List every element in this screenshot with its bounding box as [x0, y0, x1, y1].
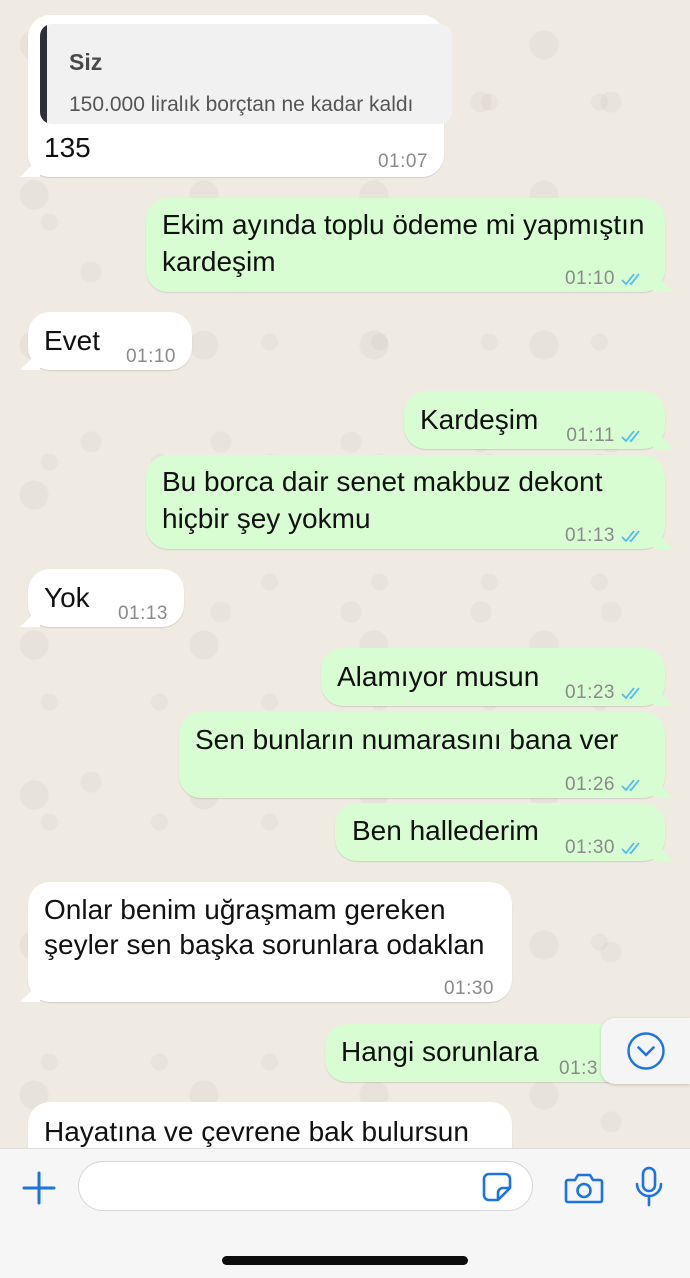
- message-time: 01:26: [564, 774, 615, 795]
- read-ticks-icon: [621, 686, 640, 699]
- message-text: 135: [44, 132, 91, 163]
- message-text: Hayatına ve çevrene bak bulursun: [44, 1116, 469, 1147]
- message-input[interactable]: [78, 1161, 533, 1211]
- read-ticks-icon: [621, 529, 640, 542]
- message-time: 01:10: [564, 268, 615, 289]
- message-meta: 01:3: [559, 1050, 598, 1087]
- message-time: 01:23: [564, 682, 615, 703]
- sticker-icon: [482, 1172, 512, 1202]
- message-incoming[interactable]: Siz 150.000 liralık borçtan ne kadar kal…: [28, 15, 452, 180]
- quote-accent-bar: [40, 24, 47, 124]
- attach-button[interactable]: [18, 1167, 60, 1209]
- message-meta: 01:11: [566, 417, 647, 454]
- message-text: Sen bunların numarasını bana ver: [195, 724, 619, 755]
- message-meta: 01:26: [565, 766, 647, 803]
- message-meta: 01:07: [378, 143, 428, 180]
- read-ticks-icon: [621, 272, 640, 285]
- microphone-button[interactable]: [628, 1163, 670, 1211]
- message-time: 01:13: [564, 525, 615, 546]
- message-outgoing[interactable]: Kardeşim 01:11: [404, 391, 665, 449]
- microphone-icon: [635, 1166, 663, 1207]
- read-ticks-icon: [621, 841, 640, 854]
- read-ticks-icon: [621, 778, 640, 791]
- message-time: 01:11: [566, 425, 615, 446]
- message-meta: 01:13: [118, 595, 168, 632]
- message-meta: 01:30: [565, 829, 647, 866]
- message-meta: 01:10: [126, 338, 176, 375]
- plus-icon: [22, 1171, 56, 1205]
- message-meta: 01:10: [565, 260, 647, 297]
- message-text: Hangi sorunlara: [341, 1036, 539, 1067]
- camera-button[interactable]: [561, 1165, 607, 1211]
- read-ticks-icon: [621, 429, 640, 442]
- quoted-message[interactable]: Siz 150.000 liralık borçtan ne kadar kal…: [40, 24, 452, 124]
- message-meta: 01:23: [565, 674, 647, 711]
- chat-area[interactable]: Siz 150.000 liralık borçtan ne kadar kal…: [0, 0, 690, 1148]
- message-text: Yok: [44, 582, 90, 613]
- message-outgoing[interactable]: Bu borca dair senet makbuz dekont hiçbir…: [146, 455, 665, 549]
- message-time: 01:30: [564, 837, 615, 858]
- quoted-text: 150.000 liralık borçtan ne kadar kaldı: [69, 93, 414, 116]
- message-incoming[interactable]: Evet 01:10: [28, 312, 192, 370]
- message-time: 01:3: [559, 1058, 598, 1079]
- scroll-to-bottom-button[interactable]: [601, 1018, 690, 1084]
- message-outgoing[interactable]: Ekim ayında toplu ödeme mi yapmıştın kar…: [146, 198, 665, 292]
- message-text: şeyler sen başka sorunlara odaklan: [44, 929, 485, 960]
- camera-icon: [564, 1173, 604, 1204]
- message-time: 01:30: [443, 978, 494, 999]
- chevron-down-circle-icon: [626, 1032, 665, 1070]
- message-outgoing[interactable]: Alamıyor musun 01:23: [321, 648, 665, 706]
- message-outgoing[interactable]: Ben hallederim 01:30: [335, 803, 665, 861]
- message-text: Alamıyor musun: [337, 661, 540, 692]
- message-time: 01:07: [377, 151, 428, 172]
- message-text: Ben hallederim: [352, 815, 539, 846]
- message-incoming[interactable]: Onlar benim uğraşmam gereken şeyler sen …: [28, 882, 512, 1002]
- message-meta: 01:13: [565, 517, 647, 554]
- message-incoming[interactable]: Hayatına ve çevrene bak bulursun: [28, 1102, 512, 1148]
- message-incoming[interactable]: Yok 01:13: [28, 569, 184, 627]
- message-time: 01:13: [117, 603, 168, 624]
- message-outgoing[interactable]: Sen bunların numarasını bana ver 01:26: [179, 712, 665, 798]
- message-text: Kardeşim: [420, 404, 539, 435]
- message-text: hiçbir şey yokmu: [162, 503, 371, 534]
- message-text: Onlar benim uğraşmam gereken: [44, 894, 446, 925]
- message-text: Bu borca dair senet makbuz dekont: [162, 466, 603, 497]
- quoted-sender: Siz: [69, 49, 103, 75]
- message-time: 01:10: [125, 346, 176, 367]
- message-text: Evet: [44, 325, 101, 356]
- message-text: Ekim ayında toplu ödeme mi yapmıştın: [162, 209, 645, 240]
- home-indicator[interactable]: [222, 1256, 468, 1265]
- sticker-button[interactable]: [479, 1169, 515, 1205]
- message-meta: 01:30: [444, 970, 494, 1007]
- message-text: kardeşim: [162, 246, 276, 277]
